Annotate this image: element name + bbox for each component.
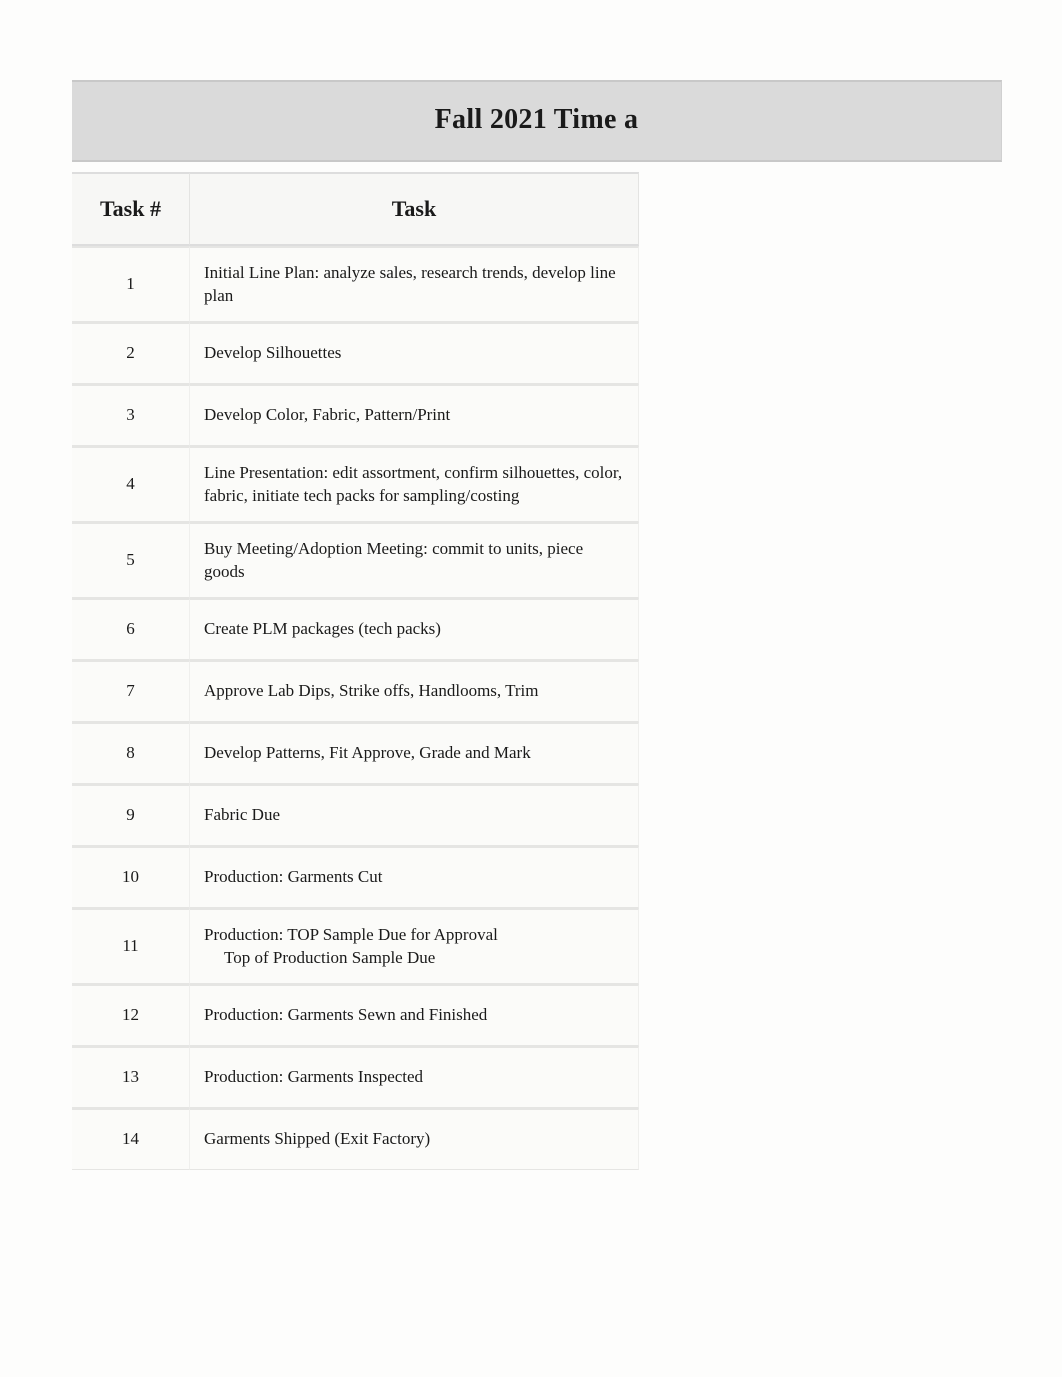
task-number-cell: 12 xyxy=(72,984,190,1046)
table-row: 1Initial Line Plan: analyze sales, resea… xyxy=(72,246,1002,322)
page-title: Fall 2021 Time a xyxy=(72,104,1001,136)
task-text: Production: TOP Sample Due for Approval xyxy=(204,925,498,944)
table-row: 9Fabric Due xyxy=(72,784,1002,846)
table-row: 3Develop Color, Fabric, Pattern/Print xyxy=(72,384,1002,446)
task-subtext: Top of Production Sample Due xyxy=(204,947,498,970)
task-description-cell: Develop Color, Fabric, Pattern/Print xyxy=(190,384,639,446)
task-number-cell: 7 xyxy=(72,660,190,722)
table-header-row: Task # Task xyxy=(72,172,1002,246)
task-number-cell: 4 xyxy=(72,446,190,522)
table-row: 12Production: Garments Sewn and Finished xyxy=(72,984,1002,1046)
task-description-cell: Develop Silhouettes xyxy=(190,322,639,384)
task-number-cell: 1 xyxy=(72,246,190,322)
task-description-cell: Buy Meeting/Adoption Meeting: commit to … xyxy=(190,522,639,598)
task-description-cell: Production: TOP Sample Due for Approval T… xyxy=(190,908,639,984)
column-header-task: Task xyxy=(190,172,639,246)
task-number-cell: 11 xyxy=(72,908,190,984)
task-description-cell: Initial Line Plan: analyze sales, resear… xyxy=(190,246,639,322)
task-number-cell: 6 xyxy=(72,598,190,660)
task-description-cell: Garments Shipped (Exit Factory) xyxy=(190,1108,639,1170)
task-description-cell: Fabric Due xyxy=(190,784,639,846)
task-description-cell: Develop Patterns, Fit Approve, Grade and… xyxy=(190,722,639,784)
task-number-cell: 14 xyxy=(72,1108,190,1170)
task-description-cell: Line Presentation: edit assortment, conf… xyxy=(190,446,639,522)
task-number-cell: 3 xyxy=(72,384,190,446)
table-row: 10Production: Garments Cut xyxy=(72,846,1002,908)
table-row: 5Buy Meeting/Adoption Meeting: commit to… xyxy=(72,522,1002,598)
table-row: 11Production: TOP Sample Due for Approva… xyxy=(72,908,1002,984)
table-body: 1Initial Line Plan: analyze sales, resea… xyxy=(72,246,1002,1170)
task-description-cell: Production: Garments Sewn and Finished xyxy=(190,984,639,1046)
table-row: 4Line Presentation: edit assortment, con… xyxy=(72,446,1002,522)
title-bar: Fall 2021 Time a xyxy=(72,80,1002,162)
task-description-cell: Production: Garments Inspected xyxy=(190,1046,639,1108)
task-description-cell: Create PLM packages (tech packs) xyxy=(190,598,639,660)
table-row: 13Production: Garments Inspected xyxy=(72,1046,1002,1108)
table-row: 14Garments Shipped (Exit Factory) xyxy=(72,1108,1002,1170)
column-header-task-number: Task # xyxy=(72,172,190,246)
task-number-cell: 2 xyxy=(72,322,190,384)
task-number-cell: 10 xyxy=(72,846,190,908)
table-row: 6Create PLM packages (tech packs) xyxy=(72,598,1002,660)
task-description-cell: Approve Lab Dips, Strike offs, Handlooms… xyxy=(190,660,639,722)
task-number-cell: 8 xyxy=(72,722,190,784)
table-row: 7Approve Lab Dips, Strike offs, Handloom… xyxy=(72,660,1002,722)
task-number-cell: 13 xyxy=(72,1046,190,1108)
table-row: 8Develop Patterns, Fit Approve, Grade an… xyxy=(72,722,1002,784)
task-number-cell: 5 xyxy=(72,522,190,598)
task-description-cell: Production: Garments Cut xyxy=(190,846,639,908)
task-number-cell: 9 xyxy=(72,784,190,846)
table-row: 2Develop Silhouettes xyxy=(72,322,1002,384)
document-page: Fall 2021 Time a Task # Task 1Initial Li… xyxy=(0,0,1062,1230)
